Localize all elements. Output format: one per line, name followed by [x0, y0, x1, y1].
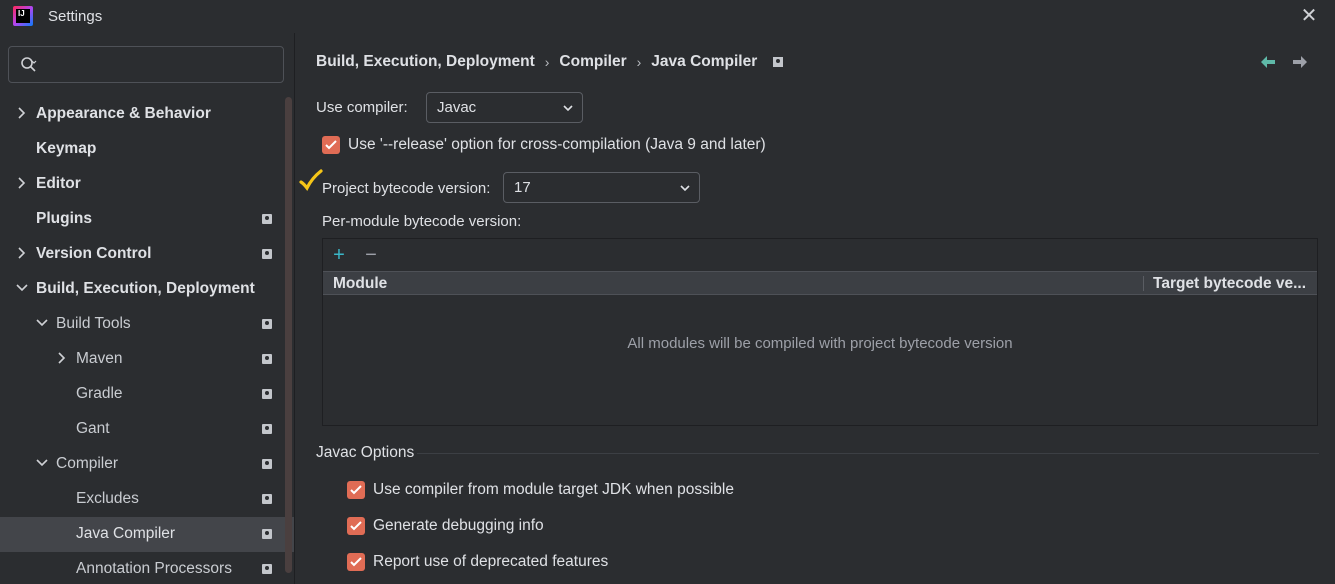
column-divider[interactable] [1143, 276, 1144, 291]
window-title: Settings [48, 8, 103, 25]
title-bar: IJ Settings ✕ [0, 0, 1335, 33]
sidebar-item-label: Editor [36, 175, 81, 192]
project-level-icon [262, 354, 272, 364]
sidebar-item-gant[interactable]: Gant [0, 412, 284, 447]
table-toolbar: + − [323, 239, 1317, 271]
sidebar-item-version-control[interactable]: Version Control [0, 237, 284, 272]
project-bytecode-dropdown[interactable]: 17 [503, 172, 700, 203]
chevron-right-icon[interactable] [15, 176, 29, 190]
project-level-icon [262, 249, 272, 259]
remove-module-button[interactable]: − [361, 245, 381, 265]
settings-content: Build, Execution, Deployment › Compiler › Ja… [295, 33, 1335, 584]
sidebar-item-label: Version Control [36, 245, 152, 262]
project-bytecode-label: Project bytecode version: [322, 180, 491, 197]
javac-options-title: Javac Options [316, 444, 415, 461]
sidebar-item-build-tools[interactable]: Build Tools [0, 307, 284, 342]
checkmark-icon [350, 521, 362, 531]
sidebar-item-gradle[interactable]: Gradle [0, 377, 284, 412]
breadcrumb-item[interactable]: Build, Execution, Deployment [316, 53, 535, 71]
sidebar-item-java-compiler[interactable]: Java Compiler [0, 517, 294, 552]
breadcrumb-separator: › [544, 54, 550, 70]
add-module-button[interactable]: + [329, 245, 349, 265]
module-target-jdk-label: Use compiler from module target JDK when… [373, 481, 734, 498]
chevron-right-icon[interactable] [55, 351, 69, 365]
chevron-down-icon[interactable] [35, 316, 49, 330]
project-level-icon [262, 564, 272, 574]
intellij-idea-icon: IJ [13, 6, 33, 26]
module-target-jdk-checkbox[interactable] [347, 481, 365, 499]
table-empty-text: All modules will be compiled with projec… [627, 335, 1013, 352]
sidebar-item-label: Keymap [36, 140, 97, 157]
back-arrow-icon[interactable] [1259, 53, 1277, 71]
chevron-down-icon[interactable] [35, 456, 49, 470]
sidebar-item-compiler[interactable]: Compiler [0, 447, 284, 482]
breadcrumb-separator: › [636, 54, 642, 70]
breadcrumb: Build, Execution, Deployment › Compiler › Ja… [316, 53, 784, 75]
checkmark-icon [350, 557, 362, 567]
table-header: Module Target bytecode ve... [323, 271, 1317, 295]
project-level-icon [262, 424, 272, 434]
checkmark-icon [350, 485, 362, 495]
sidebar-item-build-execution-deployment[interactable]: Build, Execution, Deployment [0, 272, 284, 307]
settings-search-box[interactable] [8, 46, 284, 83]
release-option-label: Use '--release' option for cross-compila… [348, 136, 766, 153]
sidebar-item-label: Gradle [76, 385, 123, 402]
sidebar-item-editor[interactable]: Editor [0, 167, 284, 202]
chevron-right-icon[interactable] [15, 246, 29, 260]
per-module-label: Per-module bytecode version: [322, 213, 522, 230]
project-level-icon [773, 57, 784, 67]
sidebar-item-label: Plugins [36, 210, 92, 227]
deprecated-features-checkbox[interactable] [347, 553, 365, 571]
module-bytecode-table: + − Module Target bytecode ve... All mod… [322, 238, 1318, 426]
project-level-icon [262, 319, 272, 329]
sidebar-item-label: Compiler [56, 455, 119, 472]
settings-search-input[interactable] [47, 53, 277, 77]
sidebar-item-label: Appearance & Behavior [36, 105, 211, 122]
project-bytecode-value: 17 [514, 179, 531, 196]
sidebar-item-label: Gant [76, 420, 110, 437]
release-option-checkbox[interactable] [322, 136, 340, 154]
sidebar-scrollbar[interactable] [285, 97, 292, 573]
breadcrumb-item: Java Compiler [651, 53, 758, 70]
column-header-module[interactable]: Module [333, 275, 387, 293]
sidebar-item-label: Annotation Processors [76, 560, 232, 577]
debugging-info-label: Generate debugging info [373, 517, 544, 534]
sidebar-item-label: Java Compiler [76, 525, 176, 542]
annotation-checkmark-icon [299, 169, 323, 192]
sidebar-item-label: Build, Execution, Deployment [36, 280, 255, 297]
project-level-icon [262, 494, 272, 504]
sidebar-item-excludes[interactable]: Excludes [0, 482, 284, 517]
sidebar-item-label: Excludes [76, 490, 139, 507]
forward-arrow-icon[interactable] [1291, 53, 1309, 71]
checkmark-icon [325, 140, 337, 150]
breadcrumb-item[interactable]: Compiler [559, 53, 626, 71]
use-compiler-value: Javac [437, 99, 477, 116]
sidebar-item-maven[interactable]: Maven [0, 342, 284, 377]
project-level-icon [262, 389, 272, 399]
use-compiler-dropdown[interactable]: Javac [426, 92, 583, 123]
project-level-icon [262, 459, 272, 469]
chevron-right-icon[interactable] [15, 106, 29, 120]
sidebar-item-appearance-behavior[interactable]: Appearance & Behavior [0, 97, 284, 132]
chevron-down-icon[interactable] [15, 281, 29, 295]
sidebar-item-label: Maven [76, 350, 123, 367]
deprecated-features-label: Report use of deprecated features [373, 553, 609, 570]
project-level-icon [262, 529, 272, 539]
sidebar-item-keymap[interactable]: Keymap [0, 132, 284, 167]
section-divider [417, 453, 1319, 454]
use-compiler-label: Use compiler: [316, 99, 408, 116]
close-icon[interactable]: ✕ [1297, 4, 1321, 28]
column-header-target-bytecode[interactable]: Target bytecode ve... [1153, 275, 1306, 293]
settings-sidebar: Appearance & Behavior Keymap Editor Plug… [0, 33, 294, 584]
chevron-down-icon [680, 185, 690, 192]
search-icon [21, 57, 37, 72]
project-level-icon [262, 214, 272, 224]
debugging-info-checkbox[interactable] [347, 517, 365, 535]
sidebar-item-annotation-processors[interactable]: Annotation Processors [0, 552, 284, 584]
sidebar-item-label: Build Tools [56, 315, 131, 332]
chevron-down-icon [563, 105, 573, 112]
sidebar-item-plugins[interactable]: Plugins [0, 202, 284, 237]
